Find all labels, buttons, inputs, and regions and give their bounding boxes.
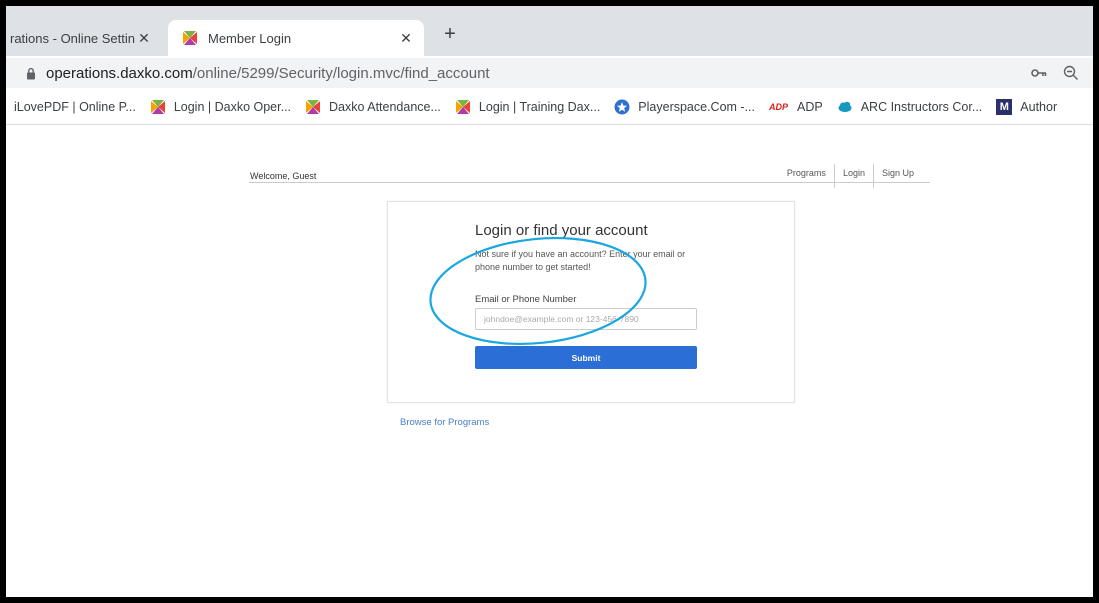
page-content: Welcome, Guest Programs Login Sign Up Lo… [6, 125, 1093, 597]
key-icon[interactable] [1031, 68, 1047, 78]
bookmark-label: Playerspace.Com -... [638, 100, 756, 114]
bookmark-label: iLovePDF | Online P... [14, 100, 136, 114]
bookmark-playerspace[interactable]: Playerspace.Com -... [614, 99, 755, 115]
bookmark-label: ARC Instructors Cor... [860, 100, 983, 114]
close-icon[interactable]: ✕ [136, 30, 152, 46]
browse-programs-link[interactable]: Browse for Programs [400, 417, 489, 428]
tab-strip: rations - Online Settin ✕ Member Login ✕… [6, 6, 1093, 56]
bookmark-daxko-attendance[interactable]: Daxko Attendance... [305, 99, 441, 115]
bookmark-daxko-operations[interactable]: Login | Daxko Oper... [150, 99, 291, 115]
tab-online-settings[interactable]: rations - Online Settin ✕ [6, 20, 162, 56]
bookmarks-bar: iLovePDF | Online P... Login | Daxko Ope… [6, 90, 1093, 125]
bookmark-author[interactable]: M Author [996, 99, 1057, 115]
daxko-icon [183, 31, 197, 45]
salesforce-cloud-icon [838, 101, 852, 112]
nav-sign-up[interactable]: Sign Up [874, 164, 922, 188]
lock-icon [27, 67, 35, 79]
toolbar: operations.daxko.com/online/5299/Securit… [6, 56, 1093, 90]
daxko-icon [306, 100, 321, 114]
new-tab-button[interactable]: + [436, 20, 464, 48]
daxko-icon [150, 100, 165, 114]
browser-window: rations - Online Settin ✕ Member Login ✕… [6, 6, 1093, 597]
login-card: Login or find your account Not sure if y… [387, 201, 795, 403]
bookmark-label: Daxko Attendance... [329, 100, 441, 114]
adp-icon: ADP [769, 102, 789, 112]
top-navigation: Welcome, Guest Programs Login Sign Up [249, 158, 930, 188]
email-phone-label: Email or Phone Number [475, 294, 577, 305]
card-description: Not sure if you have an account? Enter y… [475, 249, 686, 272]
bookmark-arc-instructors[interactable]: ARC Instructors Cor... [837, 99, 983, 115]
card-title: Login or find your account [475, 222, 648, 239]
close-icon[interactable]: ✕ [398, 30, 414, 46]
tab-title: rations - Online Settin [10, 30, 136, 46]
bookmark-label: Login | Daxko Oper... [173, 100, 292, 114]
bookmark-training-daxko[interactable]: Login | Training Dax... [455, 99, 600, 115]
nav-links: Programs Login Sign Up [779, 164, 922, 188]
zoom-icon[interactable] [1063, 65, 1079, 81]
bookmark-adp[interactable]: ADP ADP [769, 99, 823, 115]
url-host: operations.daxko.com [46, 64, 193, 82]
bookmark-label: Author [1020, 100, 1058, 114]
m-icon: M [996, 99, 1013, 115]
address-bar[interactable]: operations.daxko.com/online/5299/Securit… [6, 58, 1093, 88]
daxko-icon [455, 100, 470, 114]
bookmark-label: Login | Training Dax... [478, 100, 601, 114]
submit-button[interactable]: Submit [475, 346, 697, 369]
playerspace-icon [614, 99, 630, 115]
nav-login[interactable]: Login [833, 164, 874, 188]
url-path: /online/5299/Security/login.mvc/find_acc… [192, 64, 490, 82]
tab-member-login[interactable]: Member Login ✕ [168, 20, 424, 56]
welcome-text: Welcome, Guest [250, 171, 317, 181]
url-text: operations.daxko.com/online/5299/Securit… [46, 65, 490, 82]
nav-programs[interactable]: Programs [779, 164, 834, 188]
bookmark-ilovepdf[interactable]: iLovePDF | Online P... [14, 100, 136, 114]
email-phone-input[interactable] [475, 308, 697, 330]
tab-title: Member Login [208, 30, 292, 46]
bookmark-label: ADP [797, 100, 823, 114]
